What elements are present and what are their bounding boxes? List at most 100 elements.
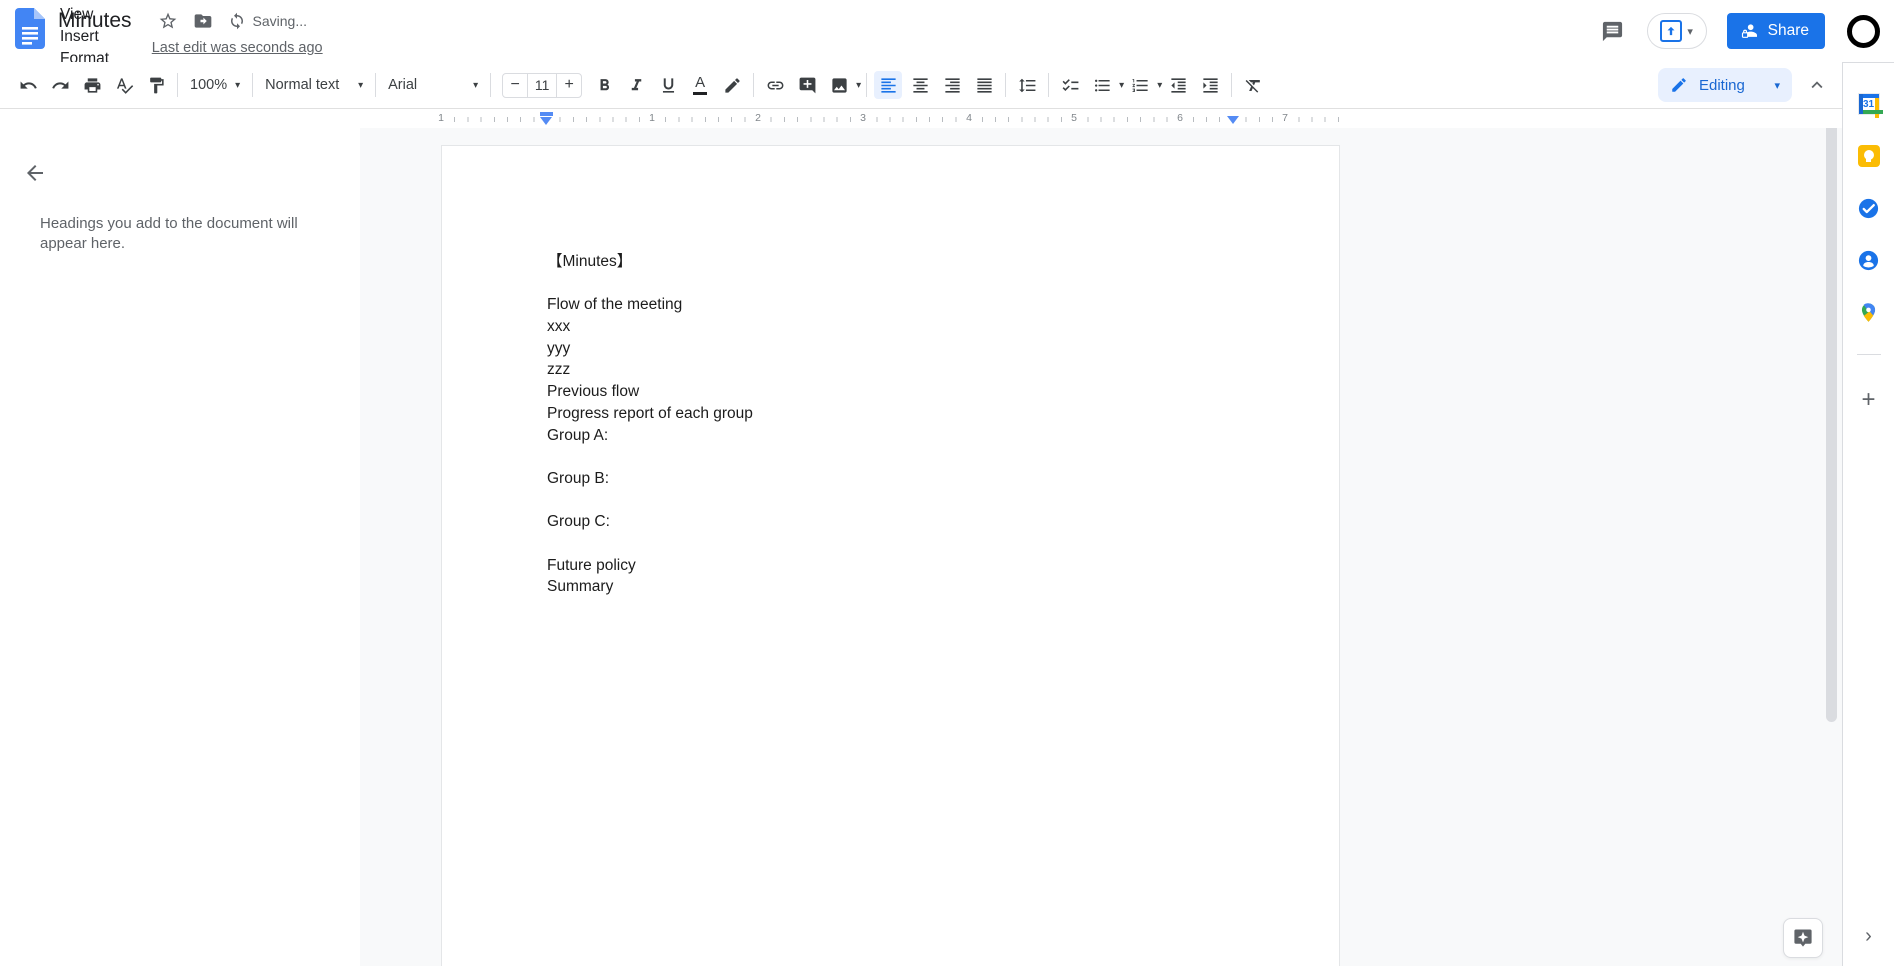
undo-button[interactable] [14, 71, 42, 99]
bulleted-list-caret-icon[interactable]: ▾ [1119, 80, 1124, 91]
insert-link-button[interactable] [761, 71, 789, 99]
font-family-select[interactable]: Arial ▾ [381, 71, 485, 99]
ruler-number: 7 [1279, 112, 1291, 125]
presentation-mode-button[interactable]: ▾ [1646, 13, 1707, 49]
google-contacts-icon[interactable] [1856, 247, 1882, 273]
explore-sparkle-icon [1794, 929, 1812, 947]
document-text-line[interactable] [547, 533, 1339, 555]
document-text-line[interactable]: Group A: [547, 425, 1339, 447]
insert-image-caret-icon[interactable]: ▾ [856, 80, 861, 91]
document-text-line[interactable]: Group C: [547, 511, 1339, 533]
toolbar: 100% ▾ Normal text ▾ Arial ▾ − 11 + A ▾ [0, 62, 1842, 109]
get-add-ons-button[interactable]: + [1856, 386, 1882, 413]
clear-formatting-button[interactable] [1239, 71, 1267, 99]
text-color-icon: A [693, 75, 708, 95]
document-text-line[interactable]: Future policy [547, 555, 1339, 577]
toolbar-right: Editing ▾ [1658, 68, 1832, 102]
document-text-line[interactable] [547, 446, 1339, 468]
editing-mode-select[interactable]: Editing ▾ [1658, 68, 1792, 102]
google-tasks-icon[interactable] [1856, 195, 1882, 221]
toolbar-divider [866, 73, 868, 97]
zoom-select[interactable]: 100% ▾ [183, 71, 247, 99]
google-calendar-icon[interactable]: 31 [1856, 91, 1883, 118]
account-avatar[interactable] [1847, 14, 1880, 48]
left-indent-marker[interactable] [539, 112, 553, 125]
checklist-button[interactable] [1056, 71, 1084, 99]
document-text-line[interactable]: Progress report of each group [547, 403, 1339, 425]
google-docs-logo-icon[interactable] [15, 8, 45, 49]
open-comment-history-button[interactable] [1593, 11, 1633, 51]
bold-button[interactable] [590, 71, 618, 99]
print-button[interactable] [78, 71, 106, 99]
document-text-line[interactable] [547, 490, 1339, 512]
font-size-input[interactable]: 11 [527, 73, 558, 97]
first-line-indent-marker[interactable] [539, 112, 553, 116]
outline-empty-message: Headings you add to the document will ap… [40, 215, 298, 252]
text-color-button[interactable]: A [686, 71, 714, 99]
numbered-list-caret-icon[interactable]: ▾ [1157, 80, 1162, 91]
last-edit-link[interactable]: Last edit was seconds ago [152, 40, 323, 56]
document-text-line[interactable]: yyy [547, 338, 1339, 360]
vertical-scrollbar[interactable] [1826, 128, 1837, 722]
align-left-button[interactable] [874, 71, 903, 99]
back-arrow-icon [27, 165, 43, 181]
ruler-number: 4 [963, 112, 975, 125]
menu-item[interactable]: Insert [52, 26, 126, 48]
saving-status-text: Saving... [252, 13, 308, 29]
align-right-button[interactable] [938, 71, 966, 99]
editing-mode-value: Editing [1699, 76, 1745, 94]
increase-indent-button[interactable] [1196, 71, 1224, 99]
ruler-number: 6 [1174, 112, 1186, 125]
underline-button[interactable] [654, 71, 682, 99]
paint-format-button[interactable] [142, 71, 170, 99]
document-page[interactable]: 【Minutes】 Flow of the meeting xxx yyy zzz Pre… [441, 145, 1340, 966]
document-text-line[interactable] [547, 273, 1339, 295]
toolbar-divider [490, 73, 492, 97]
document-text-line[interactable]: 【Minutes】 [547, 251, 1339, 273]
document-text-line[interactable]: xxx [547, 316, 1339, 338]
document-text-line[interactable]: Group B: [547, 468, 1339, 490]
decrease-indent-button[interactable] [1164, 71, 1192, 99]
share-button[interactable]: Share [1726, 13, 1825, 49]
document-text-line[interactable]: Flow of the meeting [547, 294, 1339, 316]
google-maps-icon[interactable] [1856, 299, 1882, 325]
hide-menus-button[interactable] [1802, 70, 1832, 100]
present-caret-icon[interactable]: ▾ [1687, 25, 1693, 38]
justify-button[interactable] [970, 71, 998, 99]
increase-font-size-button[interactable]: + [557, 74, 581, 97]
right-indent-marker[interactable] [1226, 116, 1239, 124]
toolbar-divider [753, 73, 755, 97]
show-side-panel-button[interactable]: › [1856, 923, 1882, 949]
star-icon[interactable] [158, 11, 178, 31]
line-spacing-button[interactable] [1013, 71, 1041, 99]
side-panel-divider [1857, 354, 1881, 355]
close-outline-button[interactable] [18, 156, 52, 190]
document-text-line[interactable]: Summary [547, 576, 1339, 598]
chevron-down-icon: ▾ [358, 79, 364, 91]
ruler-number: 1 [646, 112, 658, 125]
add-comment-button[interactable] [793, 71, 821, 99]
chevron-down-icon: ▾ [473, 79, 479, 91]
toolbar-divider [1231, 73, 1233, 97]
paragraph-style-select[interactable]: Normal text ▾ [258, 71, 370, 99]
document-text-line[interactable]: Previous flow [547, 381, 1339, 403]
bulleted-list-button[interactable] [1088, 71, 1116, 99]
insert-image-button[interactable] [825, 71, 853, 99]
spelling-grammar-check-button[interactable] [110, 71, 138, 99]
italic-button[interactable] [622, 71, 650, 99]
decrease-font-size-button[interactable]: − [503, 74, 527, 97]
zoom-value: 100% [190, 77, 228, 93]
explore-button[interactable] [1783, 918, 1823, 958]
google-keep-icon[interactable] [1856, 143, 1882, 169]
highlight-color-button[interactable] [718, 71, 746, 99]
chevron-down-icon: ▾ [1774, 79, 1780, 92]
numbered-list-button[interactable] [1126, 71, 1154, 99]
move-to-folder-icon[interactable] [193, 11, 213, 31]
align-center-button[interactable] [906, 71, 934, 99]
ruler[interactable]: 1 1 2 3 4 5 6 7 [360, 110, 1842, 128]
document-text-line[interactable]: zzz [547, 359, 1339, 381]
redo-button[interactable] [46, 71, 74, 99]
font-family-value: Arial [388, 77, 418, 93]
menu-item[interactable]: View [52, 4, 126, 26]
pencil-icon [1672, 78, 1686, 92]
